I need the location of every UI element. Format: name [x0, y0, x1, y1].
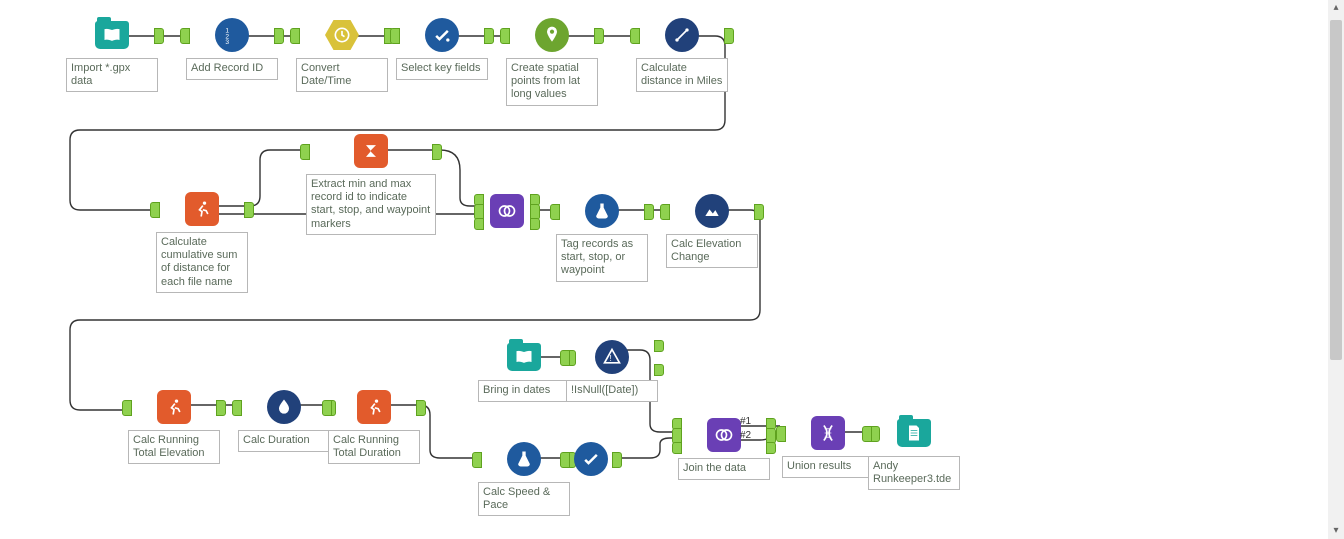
node-label: Select key fields: [396, 58, 488, 80]
node-calc-elevation-change[interactable]: Calc Elevation Change: [666, 192, 758, 268]
edge-label-1: #1: [740, 416, 751, 427]
check-icon: [425, 18, 459, 52]
node-cumulative-sum[interactable]: Calculate cumulative sum of distance for…: [156, 190, 248, 293]
node-label: Add Record ID: [186, 58, 278, 80]
scrollbar-thumb[interactable]: [1330, 20, 1342, 360]
elevation-icon: [695, 194, 729, 228]
node-create-spatial-points[interactable]: Create spatial points from lat long valu…: [506, 16, 598, 106]
node-label: Import *.gpx data: [66, 58, 158, 92]
node-union-results[interactable]: Union results: [782, 414, 874, 478]
node-label: Calc Elevation Change: [666, 234, 758, 268]
sigma-icon: [354, 134, 388, 168]
filter-icon: !: [595, 340, 629, 374]
join-icon: [490, 194, 524, 228]
node-extract-min-max[interactable]: Extract min and max record id to indicat…: [306, 132, 436, 235]
node-tag-records-waypoint[interactable]: Tag records as start, stop, or waypoint: [556, 192, 648, 282]
node-convert-datetime[interactable]: Convert Date/Time: [296, 16, 388, 92]
runner-icon: [185, 192, 219, 226]
node-calc-running-duration[interactable]: Calc Running Total Duration: [328, 388, 420, 464]
node-label: Calculate distance in Miles: [636, 58, 728, 92]
node-label: Join the data: [678, 458, 770, 480]
scroll-down-arrow-icon[interactable]: ▾: [1328, 523, 1344, 539]
svg-text:3: 3: [225, 39, 229, 45]
join-icon: [707, 418, 741, 452]
node-select-2[interactable]: [566, 440, 616, 478]
node-output-tde[interactable]: Andy Runkeeper3.tde: [868, 414, 960, 490]
vertical-scrollbar[interactable]: ▴ ▾: [1328, 0, 1344, 539]
node-label: Calc Duration: [238, 430, 330, 452]
node-label: Tag records as start, stop, or waypoint: [556, 234, 648, 282]
node-label: Calc Running Total Duration: [328, 430, 420, 464]
scroll-up-arrow-icon[interactable]: ▴: [1328, 0, 1344, 16]
node-calc-distance-miles[interactable]: Calculate distance in Miles: [636, 16, 728, 92]
node-label: Calc Running Total Elevation: [128, 430, 220, 464]
node-add-record-id[interactable]: 123 Add Record ID: [186, 16, 278, 80]
node-calc-running-elevation[interactable]: Calc Running Total Elevation: [128, 388, 220, 464]
check-icon: [574, 442, 608, 476]
doc-icon: [897, 419, 931, 447]
node-bring-in-dates[interactable]: Bring in dates: [478, 338, 570, 402]
list-123-icon: 123: [215, 18, 249, 52]
node-label: Bring in dates: [478, 380, 570, 402]
flask-icon: [507, 442, 541, 476]
workflow-canvas[interactable]: Import *.gpx data 123 Add Record ID Conv…: [0, 0, 1344, 539]
node-join-the-data[interactable]: Join the data: [678, 416, 770, 480]
node-label: Andy Runkeeper3.tde: [868, 456, 960, 490]
node-import-gpx[interactable]: Import *.gpx data: [66, 16, 158, 92]
node-label: Calc Speed & Pace: [478, 482, 570, 516]
clock-icon: [325, 20, 359, 50]
runner-icon: [357, 390, 391, 424]
edge-label-2: #2: [740, 430, 751, 441]
node-label: Calculate cumulative sum of distance for…: [156, 232, 248, 293]
node-join-1[interactable]: [480, 192, 534, 230]
dna-icon: [811, 416, 845, 450]
drop-icon: [267, 390, 301, 424]
node-select-fields[interactable]: Select key fields: [396, 16, 488, 80]
runner-icon: [157, 390, 191, 424]
node-label: Convert Date/Time: [296, 58, 388, 92]
node-calc-duration[interactable]: Calc Duration: [238, 388, 330, 452]
flask-icon: [585, 194, 619, 228]
pin-icon: [535, 18, 569, 52]
book-open-icon: [95, 21, 129, 49]
node-label: !IsNull([Date]): [566, 380, 658, 402]
node-filter-isnull-date[interactable]: ! !IsNull([Date]): [566, 338, 658, 402]
node-label: Create spatial points from lat long valu…: [506, 58, 598, 106]
node-calc-speed-pace[interactable]: Calc Speed & Pace: [478, 440, 570, 516]
svg-text:!: !: [610, 353, 612, 363]
book-open-icon: [507, 343, 541, 371]
distance-icon: [665, 18, 699, 52]
node-label: Union results: [782, 456, 874, 478]
node-label: Extract min and max record id to indicat…: [306, 174, 436, 235]
